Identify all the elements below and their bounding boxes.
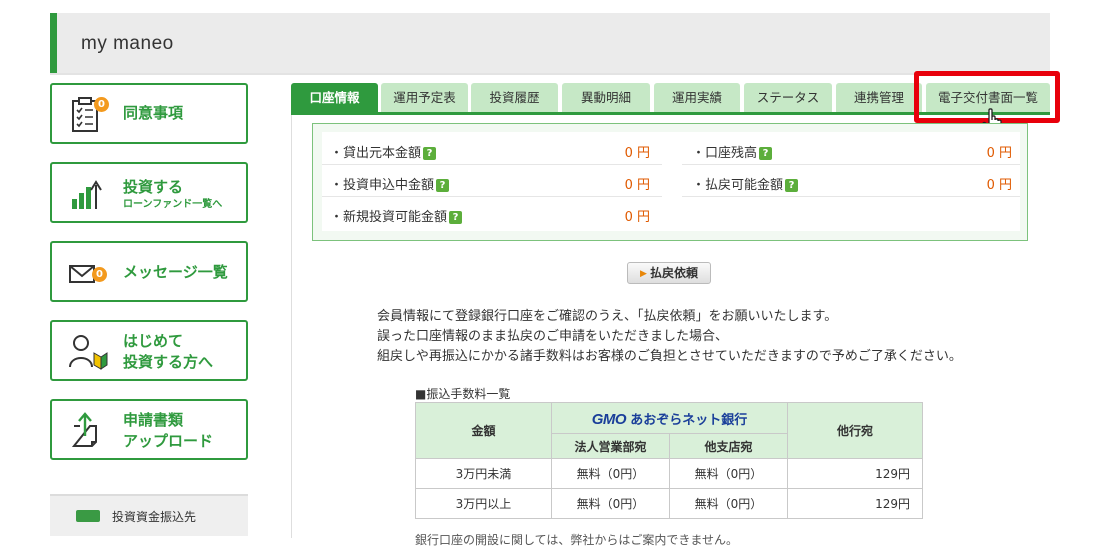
account-summary-inner: ・貸出元本金額? 0 円 ・口座残高? 0 円 ・投資申込中金額? 0 円 ・払… bbox=[322, 132, 1020, 231]
help-icon[interactable]: ? bbox=[759, 147, 773, 160]
footer-note: 銀行口座の開設に関しては、弊社からはご案内できません。 bbox=[415, 533, 739, 547]
consent-badge: 0 bbox=[94, 97, 109, 112]
account-summary-box: ・貸出元本金額? 0 円 ・口座残高? 0 円 ・投資申込中金額? 0 円 ・払… bbox=[312, 123, 1028, 241]
tab-account-info[interactable]: 口座情報 bbox=[291, 83, 378, 112]
refund-label: 払戻依頼 bbox=[649, 266, 698, 280]
upload-line1: 申請書類 bbox=[123, 411, 184, 429]
transfer-label: 投資資金振込先 bbox=[112, 510, 197, 524]
notice-line-3: 組戻しや再振込にかかる諸手数料はお客様のご負担とさせていただきますので予めご了承… bbox=[377, 349, 962, 364]
sidebar-consent-button[interactable]: 0 同意事項 bbox=[50, 83, 248, 144]
sidebar-invest-button[interactable]: 投資する ローンファンド一覧へ bbox=[50, 162, 248, 223]
branch-fee-cell: 無料（0円） bbox=[669, 488, 788, 519]
upload-line2: アップロード bbox=[123, 432, 214, 450]
pending-investment-label: ・投資申込中金額? bbox=[330, 174, 450, 193]
pending-investment-value: 0 円 bbox=[624, 178, 650, 193]
row-divider bbox=[322, 164, 662, 165]
col-other-bank-header: 他行宛 bbox=[787, 402, 923, 459]
sidebar-upload-label: 申請書類 アップロード bbox=[123, 410, 213, 452]
fee-table-title: ■振込手数料一覧 bbox=[415, 387, 511, 401]
other-bank-fee-cell: 129円 bbox=[787, 488, 923, 519]
account-balance-value: 0 円 bbox=[986, 146, 1012, 161]
notice-line-1: 会員情報にて登録銀行口座をご確認のうえ、「払戻依頼」をお願いいたします。 bbox=[377, 309, 838, 324]
help-icon[interactable]: ? bbox=[423, 147, 437, 160]
col-branch-header: 他支店宛 bbox=[669, 433, 788, 459]
sidebar-beginners-label: はじめて 投資する方へ bbox=[123, 331, 213, 373]
amount-cell: 3万円以上 bbox=[415, 488, 552, 519]
gmo-bank-header: GMO あおぞらネット銀行 bbox=[551, 402, 788, 434]
other-bank-fee-cell: 129円 bbox=[787, 458, 923, 489]
play-triangle-icon: ▶ bbox=[640, 269, 647, 279]
tab-performance[interactable]: 運用実績 bbox=[654, 83, 740, 112]
col-amount-header: 金額 bbox=[415, 402, 552, 459]
help-icon[interactable]: ? bbox=[449, 211, 463, 224]
account-balance-label: ・口座残高? bbox=[692, 142, 773, 161]
sidebar-transfer-link[interactable]: 投資資金振込先 bbox=[50, 494, 248, 536]
document-upload-icon bbox=[71, 412, 97, 447]
help-icon[interactable]: ? bbox=[436, 179, 450, 192]
corporate-fee-cell: 無料（0円） bbox=[551, 458, 670, 489]
row-divider bbox=[322, 196, 662, 197]
tab-transaction-details[interactable]: 異動明細 bbox=[562, 83, 650, 112]
invest-label: 投資する bbox=[123, 178, 184, 196]
tab-status[interactable]: ステータス bbox=[744, 83, 832, 112]
beginners-line1: はじめて bbox=[123, 332, 184, 350]
fee-table: 金額 GMO あおぞらネット銀行 他行宛 法人営業部宛 他支店宛 3万円未満 無… bbox=[415, 402, 923, 519]
notice-line-2: 誤った口座情報のまま払戻のご申請をいただきました場合、 bbox=[377, 329, 729, 344]
sidebar-messages-label: メッセージ一覧 bbox=[123, 263, 228, 281]
header-accent-bar bbox=[50, 13, 57, 73]
sidebar-invest-label: 投資する ローンファンド一覧へ bbox=[123, 177, 222, 211]
bank-card-icon bbox=[76, 510, 100, 522]
loan-principal-value: 0 円 bbox=[624, 146, 650, 161]
bar-chart-up-arrow-icon bbox=[72, 180, 102, 209]
help-icon[interactable]: ? bbox=[785, 179, 799, 192]
gmo-bank-name: あおぞらネット銀行 bbox=[630, 412, 748, 428]
row-divider bbox=[682, 196, 1020, 197]
tab-integration[interactable]: 連携管理 bbox=[836, 83, 922, 112]
new-investable-label: ・新規投資可能金額? bbox=[330, 206, 463, 225]
person-beginner-mark-icon bbox=[69, 335, 108, 370]
sidebar-upload-button[interactable]: 申請書類 アップロード bbox=[50, 399, 248, 460]
table-row: 3万円未満 無料（0円） 無料（0円） 129円 bbox=[415, 458, 923, 489]
loan-principal-label: ・貸出元本金額? bbox=[330, 142, 437, 161]
gmo-logo: GMO bbox=[591, 410, 627, 428]
page-header: my maneo bbox=[50, 13, 1050, 75]
sidebar-messages-button[interactable]: 0 メッセージ一覧 bbox=[50, 241, 248, 302]
amount-cell: 3万円未満 bbox=[415, 458, 552, 489]
withdrawable-label: ・払戻可能金額? bbox=[692, 174, 799, 193]
table-row: 3万円以上 無料（0円） 無料（0円） 129円 bbox=[415, 488, 923, 519]
sidebar-consent-label: 同意事項 bbox=[123, 104, 184, 122]
row-divider bbox=[682, 164, 1020, 165]
messages-badge: 0 bbox=[92, 267, 107, 282]
branch-fee-cell: 無料（0円） bbox=[669, 458, 788, 489]
new-investable-value: 0 円 bbox=[624, 210, 650, 225]
sidebar-beginners-button[interactable]: はじめて 投資する方へ bbox=[50, 320, 248, 381]
tab-investment-history[interactable]: 投資履歴 bbox=[471, 83, 558, 112]
beginners-line2: 投資する方へ bbox=[123, 353, 214, 371]
withdrawable-value: 0 円 bbox=[986, 178, 1012, 193]
page-title: my maneo bbox=[81, 33, 174, 54]
tab-schedule[interactable]: 運用予定表 bbox=[381, 83, 468, 112]
invest-sub-label: ローンファンド一覧へ bbox=[123, 199, 223, 210]
col-corporate-header: 法人営業部宛 bbox=[551, 433, 670, 459]
refund-request-button[interactable]: ▶ 払戻依頼 bbox=[627, 262, 711, 284]
corporate-fee-cell: 無料（0円） bbox=[551, 488, 670, 519]
